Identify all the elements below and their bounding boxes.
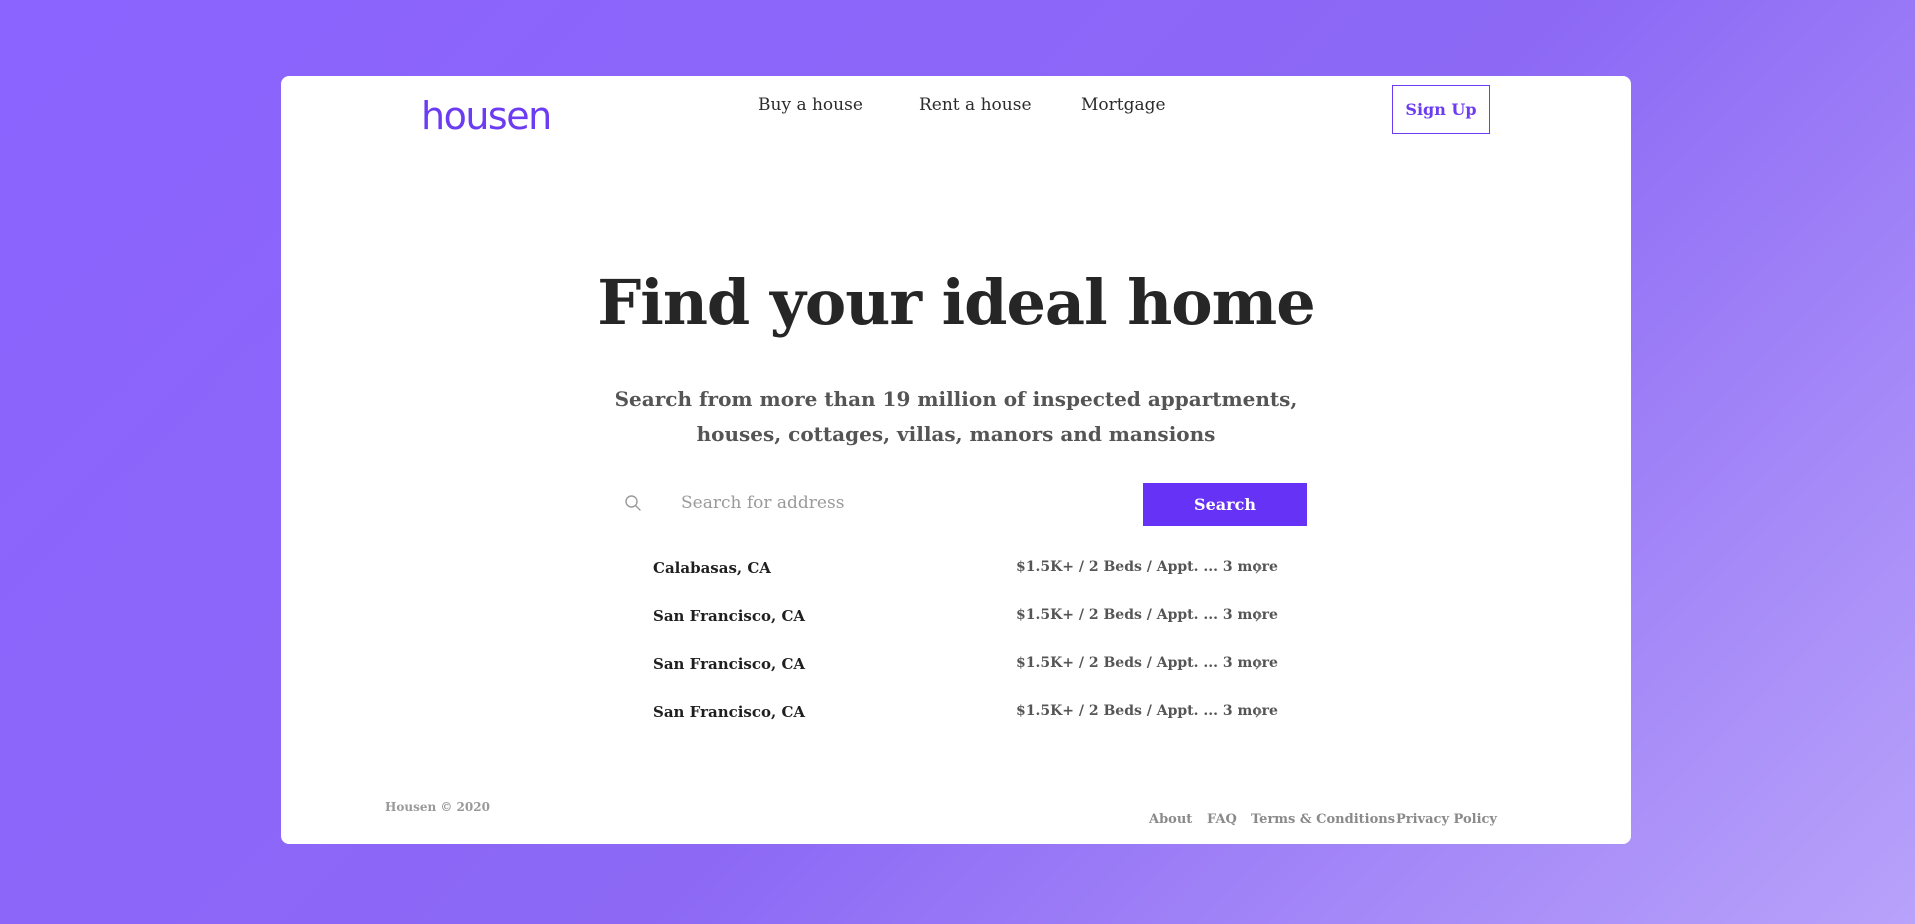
hero-subtitle-line-1: Search from more than 19 million of insp… — [614, 387, 1298, 411]
search-results-list: Calabasas, CA $1.5K+ / 2 Beds / Appt. ..… — [653, 559, 1293, 751]
main-card: housen Buy a house Rent a house Mortgage… — [281, 76, 1631, 844]
hero-subtitle-line-2: houses, cottages, villas, manors and man… — [696, 422, 1216, 446]
footer-link-privacy[interactable]: Privacy Policy — [1396, 812, 1497, 827]
result-meta: $1.5K+ / 2 Beds / Appt. ... 3 more — [1016, 607, 1278, 623]
footer-link-terms[interactable]: Terms & Conditions — [1251, 812, 1395, 827]
result-item-1[interactable]: Calabasas, CA $1.5K+ / 2 Beds / Appt. ..… — [653, 559, 1293, 607]
nav-rent-a-house[interactable]: Rent a house — [919, 95, 1032, 115]
result-meta: $1.5K+ / 2 Beds / Appt. ... 3 more — [1016, 655, 1278, 671]
result-meta: $1.5K+ / 2 Beds / Appt. ... 3 more — [1016, 703, 1278, 719]
search-input[interactable] — [681, 488, 1001, 518]
result-city: San Francisco, CA — [653, 607, 806, 625]
copyright: Housen © 2020 — [385, 800, 490, 814]
result-city: Calabasas, CA — [653, 559, 771, 577]
result-item-3[interactable]: San Francisco, CA $1.5K+ / 2 Beds / Appt… — [653, 655, 1293, 703]
nav-buy-a-house[interactable]: Buy a house — [758, 95, 863, 115]
search-button[interactable]: Search — [1143, 483, 1307, 526]
chevron-right-icon — [1255, 562, 1262, 574]
result-city: San Francisco, CA — [653, 703, 806, 721]
result-item-2[interactable]: San Francisco, CA $1.5K+ / 2 Beds / Appt… — [653, 607, 1293, 655]
result-item-4[interactable]: San Francisco, CA $1.5K+ / 2 Beds / Appt… — [653, 703, 1293, 751]
search-icon — [625, 495, 641, 511]
footer-link-about[interactable]: About — [1149, 812, 1192, 827]
hero-subtitle: Search from more than 19 million of insp… — [281, 382, 1631, 452]
chevron-right-icon — [1255, 706, 1262, 718]
hero-title: Find your ideal home — [597, 266, 1315, 339]
nav-mortgage[interactable]: Mortgage — [1081, 95, 1166, 115]
housen-logo[interactable]: housen — [421, 94, 552, 138]
footer-link-faq[interactable]: FAQ — [1207, 812, 1237, 827]
result-meta: $1.5K+ / 2 Beds / Appt. ... 3 more — [1016, 559, 1278, 575]
chevron-right-icon — [1255, 658, 1262, 670]
sign-up-button[interactable]: Sign Up — [1392, 85, 1490, 134]
result-city: San Francisco, CA — [653, 655, 806, 673]
chevron-right-icon — [1255, 610, 1262, 622]
